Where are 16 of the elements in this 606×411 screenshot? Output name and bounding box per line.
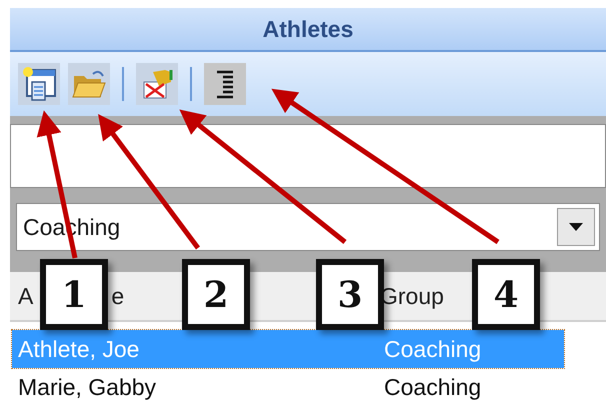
new-window-icon[interactable] (18, 63, 60, 105)
column-header-text[interactable]: A (18, 282, 34, 310)
callout-number: 4 (472, 259, 540, 330)
delete-icon[interactable] (136, 63, 178, 105)
table-cell-text: Coaching (383, 336, 482, 362)
list-row[interactable]: Marie, Gabby Coaching (12, 368, 564, 406)
table-cell-text: Athlete, Joe (17, 336, 140, 362)
callout-number: 1 (40, 259, 108, 330)
align-right-icon[interactable] (204, 63, 246, 105)
callout-number: 3 (316, 259, 384, 330)
column-header-text[interactable]: e (111, 282, 124, 310)
callout-number: 2 (182, 259, 250, 330)
panel-title: Athletes (262, 16, 354, 42)
table-cell-text: Coaching (383, 374, 482, 400)
table-cell-text: Marie, Gabby (17, 374, 158, 400)
search-field[interactable] (10, 124, 606, 188)
